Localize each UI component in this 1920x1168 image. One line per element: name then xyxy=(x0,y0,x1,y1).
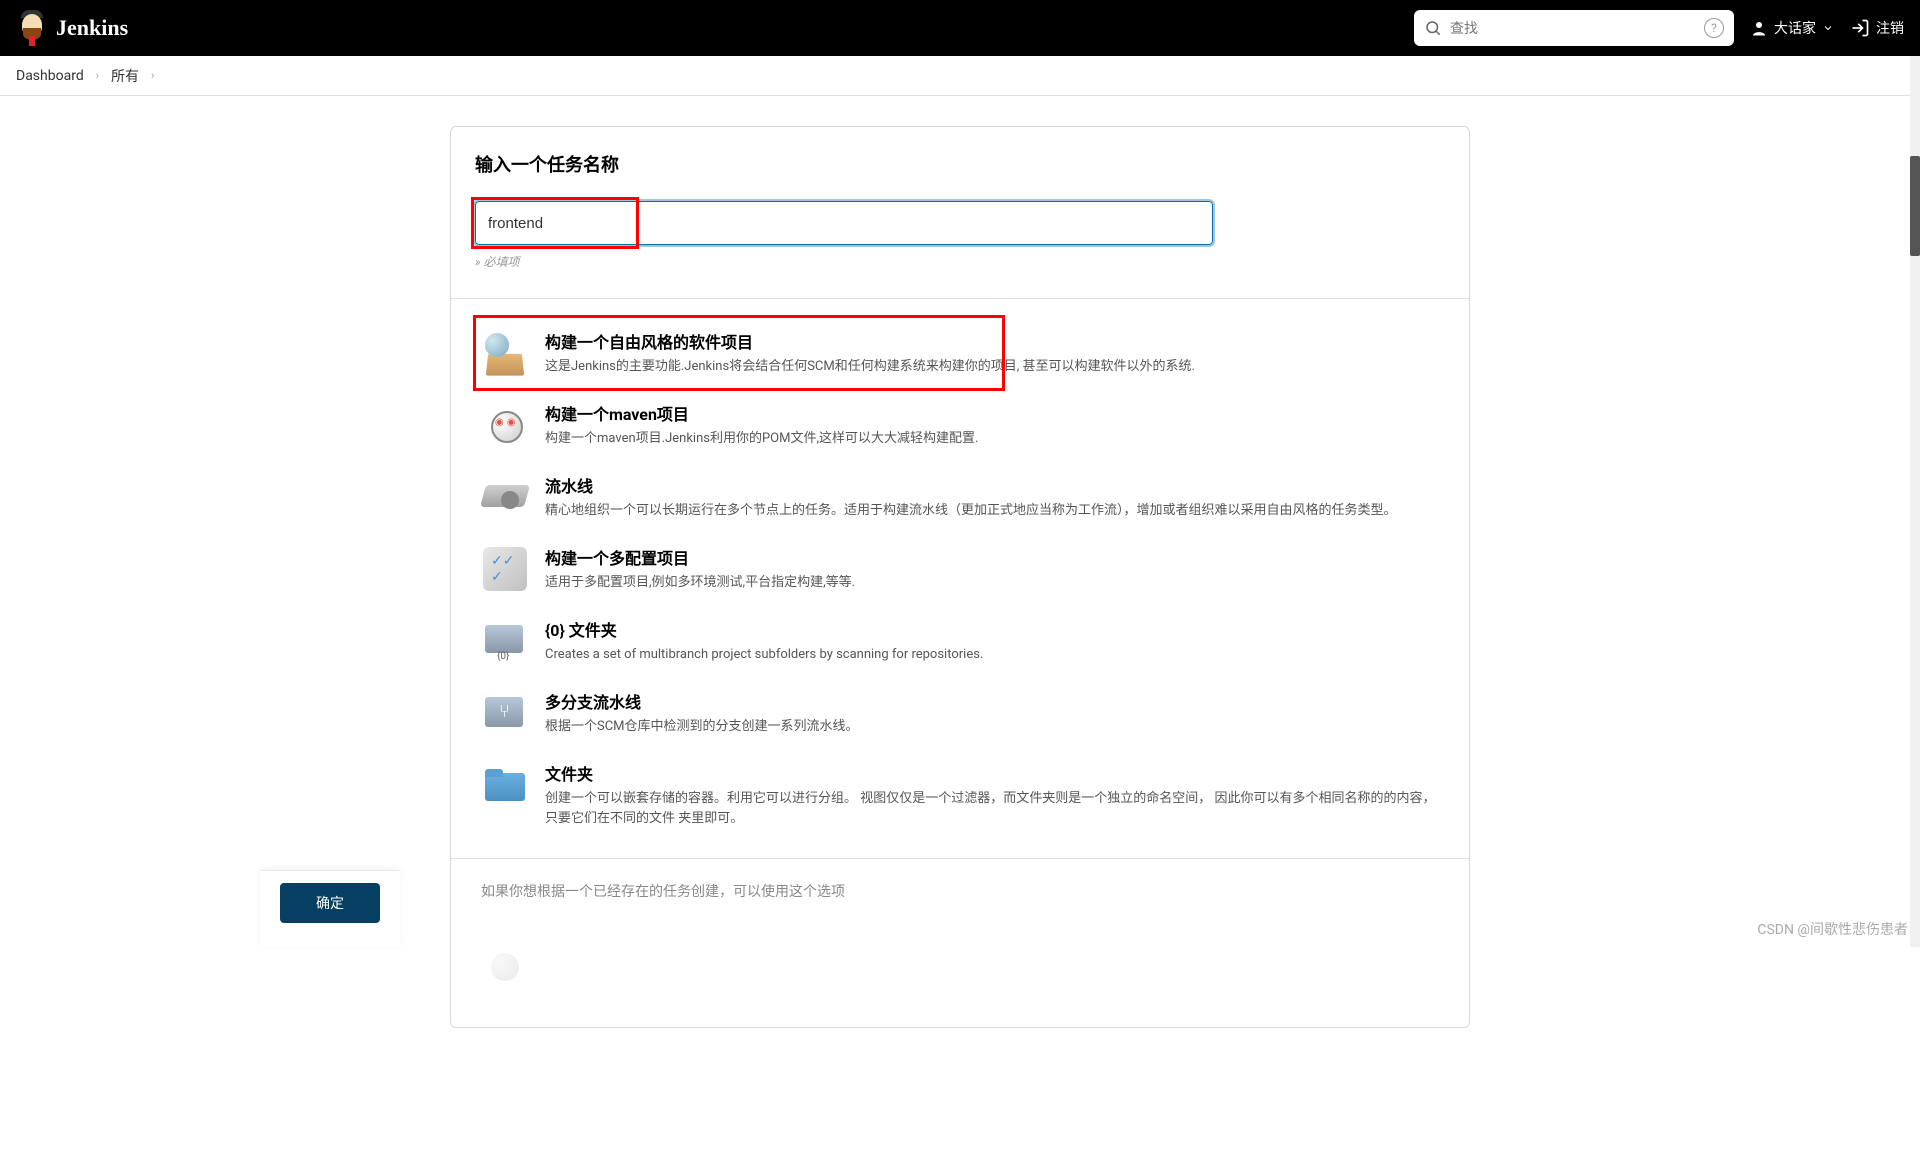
job-content: 构建一个maven项目 构建一个maven项目.Jenkins利用你的POM文件… xyxy=(545,401,1439,449)
job-title: 构建一个自由风格的软件项目 xyxy=(545,329,1439,353)
name-input-wrapper xyxy=(475,201,1445,245)
chevron-down-icon xyxy=(1822,22,1834,34)
logout-icon xyxy=(1850,18,1870,38)
user-icon xyxy=(1750,19,1768,37)
breadcrumb-all[interactable]: 所有 xyxy=(111,66,139,86)
job-type-multiconfig[interactable]: 构建一个多配置项目 适用于多配置项目,例如多环境测试,平台指定构建,等等. xyxy=(475,533,1445,605)
job-content: 多分支流水线 根据一个SCM仓库中检测到的分支创建一系列流水线。 xyxy=(545,689,1439,737)
job-desc: Creates a set of multibranch project sub… xyxy=(545,645,1439,665)
job-title: 构建一个maven项目 xyxy=(545,401,1439,425)
scrollbar-track[interactable] xyxy=(1910,56,1920,947)
scrollbar-thumb[interactable] xyxy=(1910,156,1920,256)
new-item-card: 输入一个任务名称 » 必填项 构建一个自由风格的软件项目 这是Jenkins的主… xyxy=(450,126,1470,1028)
job-desc: 构建一个maven项目.Jenkins利用你的POM文件,这样可以大大减轻构建配… xyxy=(545,429,1439,449)
divider xyxy=(451,298,1469,299)
watermark: CSDN @间歇性悲伤患者 xyxy=(1757,919,1908,939)
folder-icon xyxy=(481,761,529,809)
job-type-multibranch[interactable]: 多分支流水线 根据一个SCM仓库中检测到的分支创建一系列流水线。 xyxy=(475,677,1445,749)
multibranch-icon xyxy=(481,689,529,737)
job-desc: 精心地组织一个可以长期运行在多个节点上的任务。适用于构建流水线（更加正式地应当称… xyxy=(545,501,1439,521)
ok-button[interactable]: 确定 xyxy=(280,883,380,923)
job-content: 文件夹 创建一个可以嵌套存储的容器。利用它可以进行分组。 视图仅仅是一个过滤器，… xyxy=(545,761,1439,828)
job-title: 流水线 xyxy=(545,473,1439,497)
logout-label: 注销 xyxy=(1876,18,1904,38)
job-title: {0} 文件夹 xyxy=(545,617,1439,641)
logout-link[interactable]: 注销 xyxy=(1850,18,1904,38)
job-desc: 适用于多配置项目,例如多环境测试,平台指定构建,等等. xyxy=(545,573,1439,593)
job-desc: 这是Jenkins的主要功能.Jenkins将会结合任何SCM和任何构建系统来构… xyxy=(545,357,1439,377)
freestyle-icon xyxy=(481,329,529,377)
chevron-right-icon: › xyxy=(151,69,154,82)
multiconfig-icon xyxy=(481,545,529,593)
job-type-maven[interactable]: 构建一个maven项目 构建一个maven项目.Jenkins利用你的POM文件… xyxy=(475,389,1445,461)
org-folder-icon xyxy=(481,617,529,665)
copy-from-item[interactable] xyxy=(475,931,1445,1003)
job-title: 多分支流水线 xyxy=(545,689,1439,713)
job-title: 构建一个多配置项目 xyxy=(545,545,1439,569)
copy-icon xyxy=(481,943,529,991)
copy-from-label: 如果你想根据一个已经存在的任务创建，可以使用这个选项 xyxy=(481,884,845,900)
jenkins-logo-icon xyxy=(16,10,48,46)
footer-bar: 确定 xyxy=(260,870,400,947)
section-title: 输入一个任务名称 xyxy=(475,151,1445,177)
job-content: {0} 文件夹 Creates a set of multibranch pro… xyxy=(545,617,1439,665)
breadcrumb-dashboard[interactable]: Dashboard xyxy=(16,68,84,84)
job-type-folder[interactable]: 文件夹 创建一个可以嵌套存储的容器。利用它可以进行分组。 视图仅仅是一个过滤器，… xyxy=(475,749,1445,840)
maven-icon xyxy=(481,401,529,449)
job-title: 文件夹 xyxy=(545,761,1439,785)
pipeline-icon xyxy=(481,473,529,521)
jenkins-title: Jenkins xyxy=(56,15,128,41)
user-name: 大话家 xyxy=(1774,18,1816,38)
user-menu[interactable]: 大话家 xyxy=(1750,18,1834,38)
search-input[interactable] xyxy=(1450,20,1696,36)
search-box[interactable]: ? xyxy=(1414,10,1734,46)
breadcrumb: Dashboard › 所有 › xyxy=(0,56,1920,96)
header-left: Jenkins xyxy=(16,10,128,46)
jenkins-logo[interactable]: Jenkins xyxy=(16,10,128,46)
header: Jenkins ? 大话家 xyxy=(0,0,1920,56)
divider xyxy=(451,858,1469,859)
required-note: » 必填项 xyxy=(475,253,1445,270)
job-type-freestyle[interactable]: 构建一个自由风格的软件项目 这是Jenkins的主要功能.Jenkins将会结合… xyxy=(475,317,1445,389)
job-type-org-folder[interactable]: {0} 文件夹 Creates a set of multibranch pro… xyxy=(475,605,1445,677)
main-content: 输入一个任务名称 » 必填项 构建一个自由风格的软件项目 这是Jenkins的主… xyxy=(190,96,1730,1168)
copy-from-section: 如果你想根据一个已经存在的任务创建，可以使用这个选项 xyxy=(475,877,1445,931)
job-type-pipeline[interactable]: 流水线 精心地组织一个可以长期运行在多个节点上的任务。适用于构建流水线（更加正式… xyxy=(475,461,1445,533)
search-icon xyxy=(1424,19,1442,37)
header-right: ? 大话家 注销 xyxy=(1414,10,1904,46)
job-desc: 创建一个可以嵌套存储的容器。利用它可以进行分组。 视图仅仅是一个过滤器，而文件夹… xyxy=(545,789,1439,828)
job-content: 构建一个多配置项目 适用于多配置项目,例如多环境测试,平台指定构建,等等. xyxy=(545,545,1439,593)
job-type-list: 构建一个自由风格的软件项目 这是Jenkins的主要功能.Jenkins将会结合… xyxy=(475,317,1445,840)
job-desc: 根据一个SCM仓库中检测到的分支创建一系列流水线。 xyxy=(545,717,1439,737)
job-content: 构建一个自由风格的软件项目 这是Jenkins的主要功能.Jenkins将会结合… xyxy=(545,329,1439,377)
item-name-input[interactable] xyxy=(475,201,1213,245)
help-icon[interactable]: ? xyxy=(1704,18,1724,38)
chevron-right-icon: › xyxy=(96,69,99,82)
job-content: 流水线 精心地组织一个可以长期运行在多个节点上的任务。适用于构建流水线（更加正式… xyxy=(545,473,1439,521)
